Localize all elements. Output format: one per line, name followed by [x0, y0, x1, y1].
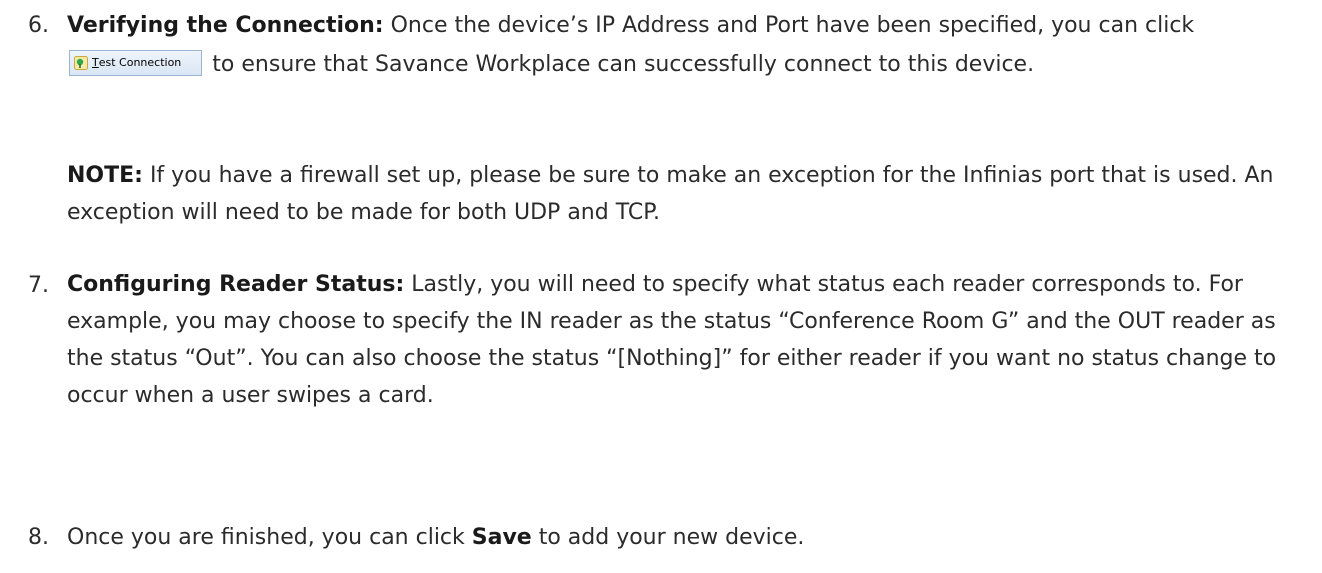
connection-status-icon [74, 56, 88, 70]
step-8: 8. Once you are finished, you can click … [28, 518, 1314, 557]
step-text: to ensure that Savance Workplace can suc… [212, 52, 1035, 77]
step-text: Once you are finished, you can click [67, 525, 472, 550]
step-6: 6. Verifying the Connection: Once the de… [28, 6, 1314, 84]
step-7: 7. Configuring Reader Status: Lastly, yo… [28, 266, 1314, 414]
note-label: NOTE: [67, 163, 143, 188]
step-text: to add your new device. [531, 525, 805, 550]
note-paragraph: NOTE: If you have a firewall set up, ple… [67, 157, 1307, 231]
step-6-text: Verifying the Connection: Once the devic… [67, 6, 1314, 84]
button-accelerator: T [92, 56, 99, 69]
button-label: est Connection [98, 56, 182, 69]
step-number: 6. [28, 13, 49, 38]
step-7-text: Configuring Reader Status: Lastly, you w… [67, 266, 1314, 414]
step-number: 8. [28, 525, 49, 550]
save-label: Save [471, 525, 532, 550]
step-heading: Verifying the Connection: [67, 13, 384, 38]
test-connection-button[interactable]: Test Connection [69, 50, 203, 76]
step-heading: Configuring Reader Status: [67, 272, 405, 297]
step-8-text: Once you are finished, you can click Sav… [67, 518, 1314, 557]
step-text: Once the device’s IP Address and Port ha… [383, 13, 1195, 38]
note-text: If you have a firewall set up, please be… [67, 163, 1274, 225]
document-page: 6. Verifying the Connection: Once the de… [0, 0, 1322, 573]
step-number: 7. [28, 273, 49, 298]
